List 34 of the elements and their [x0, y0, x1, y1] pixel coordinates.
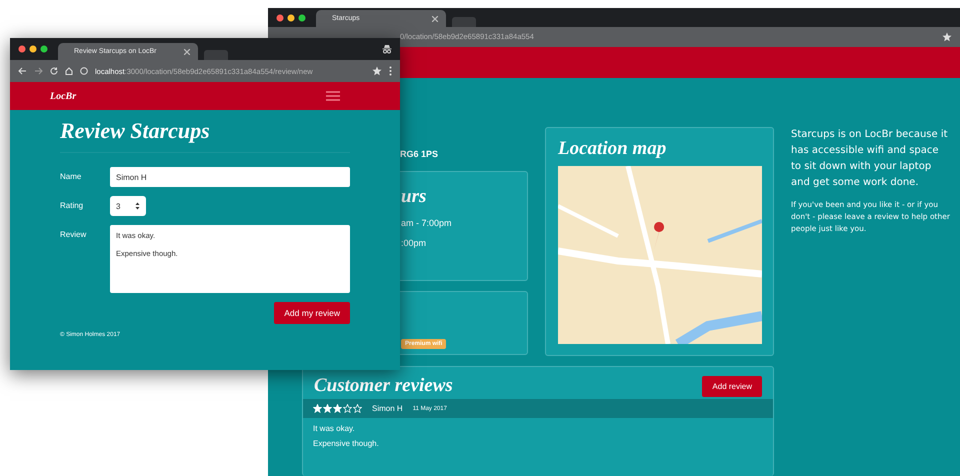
star-icon [333, 404, 342, 413]
name-label: Name [60, 171, 82, 181]
bookmark-star-icon[interactable] [372, 66, 382, 76]
bookmark-star-icon[interactable] [942, 32, 952, 42]
close-icon[interactable] [184, 48, 190, 54]
page-heading: Review Starcups [60, 118, 350, 153]
star-icon [343, 404, 352, 413]
panel-title: Customer reviews [314, 375, 453, 397]
review-author: Simon H [372, 404, 403, 413]
rating-select[interactable]: 3 [110, 196, 146, 216]
star-icon [313, 404, 322, 413]
add-review-button[interactable]: Add review [702, 376, 762, 396]
address-line: RG6 1PS [400, 149, 440, 159]
panel-title: urs [401, 186, 428, 208]
back-icon[interactable] [18, 67, 27, 75]
panel-title: Location map [558, 138, 668, 160]
submit-review-button[interactable]: Add my review [274, 302, 350, 324]
close-icon[interactable] [432, 16, 438, 22]
home-icon[interactable] [65, 67, 73, 75]
hours-line: :00pm [401, 238, 428, 248]
name-input[interactable]: Simon H [110, 167, 350, 187]
hours-line: am - 7:00pm [401, 218, 453, 228]
rating-label: Rating [60, 200, 84, 210]
star-icon [323, 404, 332, 413]
stepper-icon [135, 202, 140, 210]
incognito-icon [382, 44, 392, 54]
review-text: Expensive though. [313, 439, 380, 448]
review-label: Review [60, 229, 88, 239]
star-icon [353, 404, 362, 413]
intro-text: Starcups is on LocBr because it has accessible wifi and space to sit down with your laptop and get some work done. [791, 128, 949, 190]
more-icon[interactable] [389, 66, 392, 76]
brand-logo[interactable]: LocBr [50, 90, 76, 102]
reload-icon[interactable] [50, 67, 58, 75]
review-text: It was okay. [313, 424, 356, 433]
